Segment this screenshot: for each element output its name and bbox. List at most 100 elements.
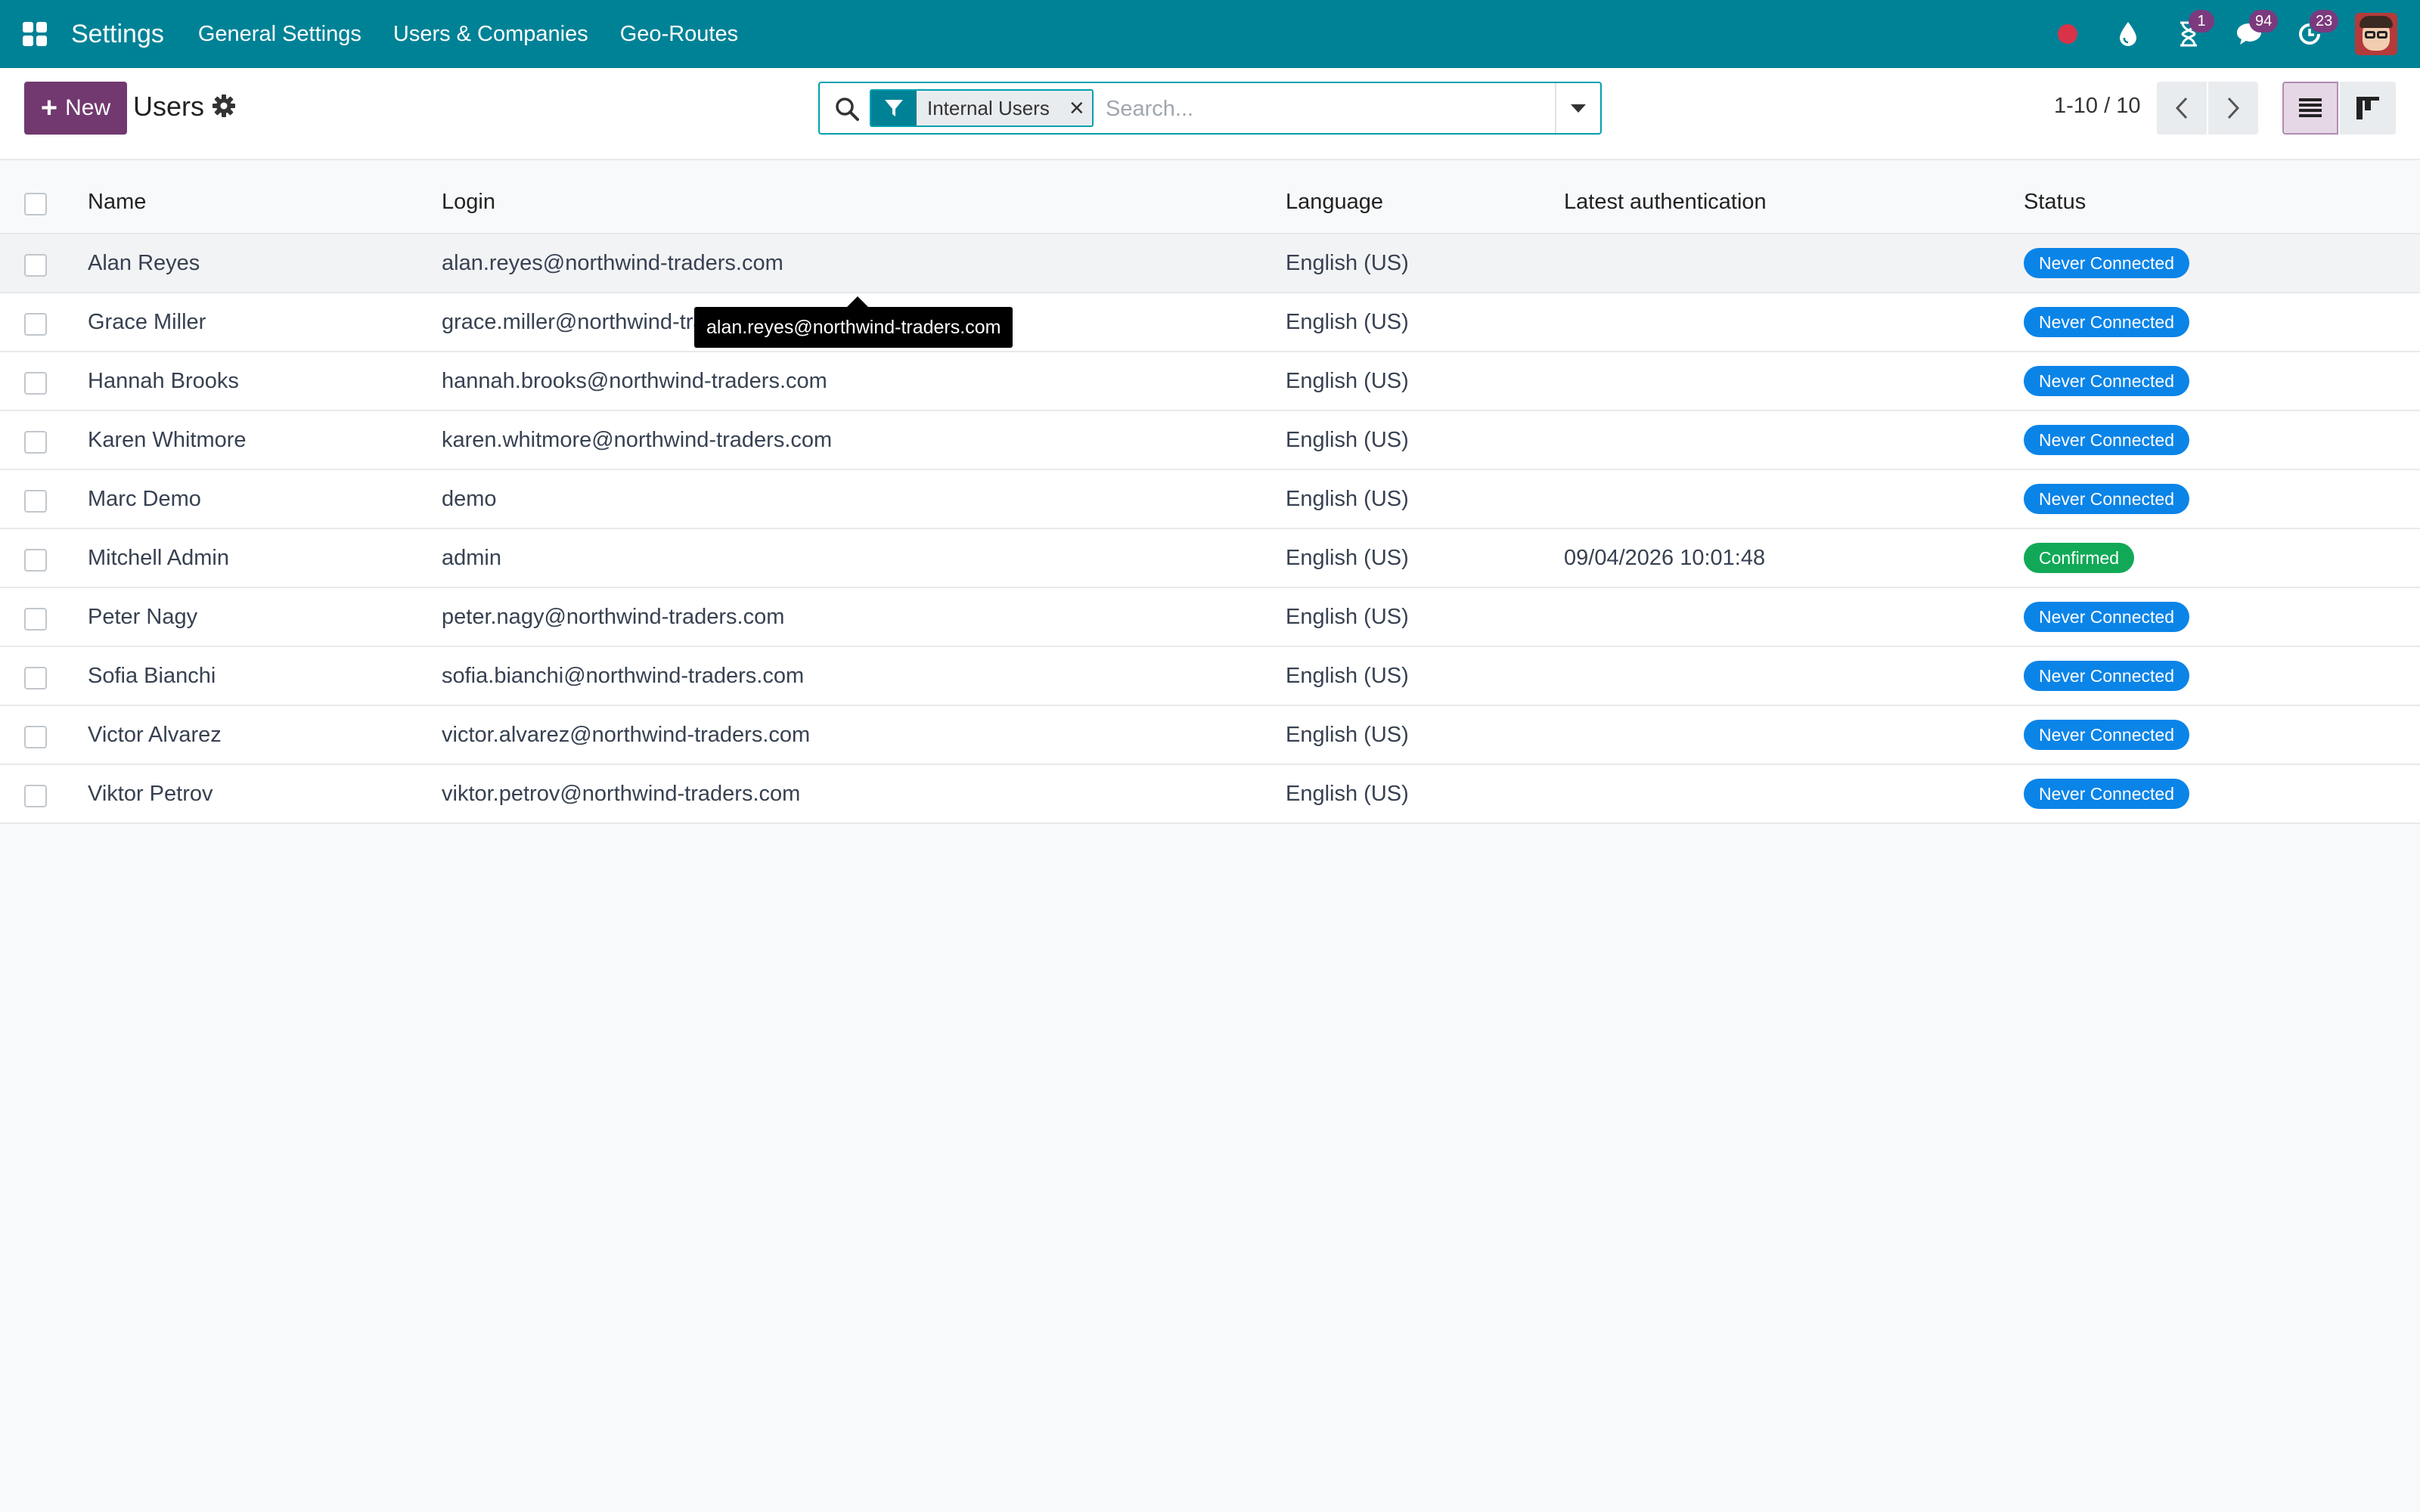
cell-language: English (US) — [1286, 368, 1409, 393]
cell-login: viktor.petrov@northwind-traders.com — [442, 781, 801, 806]
status-badge: Never Connected — [2024, 779, 2189, 809]
table-row[interactable]: Viktor Petrov viktor.petrov@northwind-tra… — [0, 765, 2420, 824]
gear-icon[interactable] — [212, 94, 236, 118]
cell-language: English (US) — [1286, 663, 1409, 688]
new-button[interactable]: + New — [24, 82, 127, 135]
cell-name: Mitchell Admin — [88, 545, 229, 570]
messages-badge: 94 — [2249, 10, 2279, 33]
status-badge: Never Connected — [2024, 661, 2189, 691]
top-navbar: Settings General Settings Users & Compan… — [0, 0, 2420, 68]
table-row[interactable]: Sofia Bianchi sofia.bianchi@northwind-tra… — [0, 647, 2420, 706]
app-name[interactable]: Settings — [71, 20, 164, 49]
menu-users-companies[interactable]: Users & Companies — [393, 22, 588, 47]
chevron-right-icon — [2227, 97, 2240, 119]
column-header-latest-authentication[interactable]: Latest authentication — [1564, 171, 1767, 233]
activity-clock-icon[interactable]: 1 — [2173, 10, 2214, 49]
column-header-login[interactable]: Login — [442, 171, 495, 233]
user-avatar[interactable] — [2355, 13, 2397, 55]
row-checkbox[interactable] — [24, 254, 47, 277]
search-box: Internal Users × — [818, 82, 1602, 135]
filter-facet-label: Internal Users — [917, 91, 1062, 125]
cell-language: English (US) — [1286, 545, 1409, 570]
droplet-icon[interactable] — [2113, 19, 2143, 49]
cell-language: English (US) — [1286, 309, 1409, 334]
cell-login: alan.reyes@northwind-traders.com — [442, 250, 783, 275]
cell-name: Sofia Bianchi — [88, 663, 216, 688]
updates-badge: 23 — [2310, 10, 2339, 33]
cell-language: English (US) — [1286, 486, 1409, 511]
status-badge: Never Connected — [2024, 602, 2189, 632]
table-row[interactable]: Mitchell Admin admin English (US) 09/04/202… — [0, 529, 2420, 588]
kanban-view-button[interactable] — [2340, 82, 2396, 135]
menu-general-settings[interactable]: General Settings — [198, 22, 361, 47]
cell-name: Victor Alvarez — [88, 722, 222, 747]
cell-login: sofia.bianchi@northwind-traders.com — [442, 663, 805, 688]
row-checkbox[interactable] — [24, 431, 47, 454]
status-badge: Never Connected — [2024, 720, 2189, 750]
table-row[interactable]: Victor Alvarez victor.alvarez@northwind-t… — [0, 706, 2420, 765]
cell-login: hannah.brooks@northwind-traders.com — [442, 368, 827, 393]
cell-login: admin — [442, 545, 501, 570]
app-menu-icon[interactable] — [23, 22, 47, 46]
pager-next-button[interactable] — [2208, 82, 2258, 135]
chevron-left-icon — [2175, 97, 2188, 119]
row-checkbox[interactable] — [24, 726, 47, 748]
table-row[interactable]: Alan Reyes alan.reyes@northwind-traders.c… — [0, 234, 2420, 293]
table-row[interactable]: Grace Miller grace.miller@northwind-trade… — [0, 293, 2420, 352]
cell-name: Karen Whitmore — [88, 427, 247, 452]
record-icon[interactable] — [2052, 19, 2083, 49]
column-header-language[interactable]: Language — [1286, 171, 1383, 233]
filter-facet: Internal Users × — [870, 89, 1094, 127]
status-badge: Never Connected — [2024, 425, 2189, 455]
row-checkbox[interactable] — [24, 313, 47, 336]
cell-language: English (US) — [1286, 427, 1409, 452]
table-row[interactable]: Peter Nagy peter.nagy@northwind-traders.c… — [0, 588, 2420, 647]
pager-previous-button[interactable] — [2157, 82, 2207, 135]
search-options-toggle[interactable] — [1555, 83, 1600, 133]
select-all-checkbox[interactable] — [24, 193, 47, 215]
row-checkbox[interactable] — [24, 608, 47, 631]
table-row[interactable]: Karen Whitmore karen.whitmore@northwind-t… — [0, 411, 2420, 470]
list-view-button[interactable] — [2282, 82, 2338, 135]
cell-name: Peter Nagy — [88, 604, 198, 629]
status-badge: Confirmed — [2024, 543, 2135, 573]
column-header-status[interactable]: Status — [2024, 171, 2086, 233]
status-badge: Never Connected — [2024, 366, 2189, 396]
control-panel: + New Users Internal Users × 1-10 / 10 — [0, 68, 2420, 160]
users-table: Name Login Language Latest authenticatio… — [0, 171, 2420, 824]
row-checkbox[interactable] — [24, 785, 47, 807]
menu-geo-routes[interactable]: Geo-Routes — [620, 22, 738, 47]
caret-down-icon — [1571, 104, 1586, 113]
column-header-name[interactable]: Name — [88, 171, 146, 233]
remove-facet-icon[interactable]: × — [1061, 91, 1092, 125]
table-row[interactable]: Hannah Brooks hannah.brooks@northwind-tra… — [0, 352, 2420, 411]
cell-login: victor.alvarez@northwind-traders.com — [442, 722, 811, 747]
messages-icon[interactable]: 94 — [2234, 10, 2279, 49]
cell-login: peter.nagy@northwind-traders.com — [442, 604, 785, 629]
filter-icon — [871, 91, 917, 125]
cell-language: English (US) — [1286, 250, 1409, 275]
row-checkbox[interactable] — [24, 490, 47, 513]
cell-name: Viktor Petrov — [88, 781, 213, 806]
cell-language: English (US) — [1286, 781, 1409, 806]
cell-login: demo — [442, 486, 497, 511]
cell-name: Grace Miller — [88, 309, 206, 334]
row-checkbox[interactable] — [24, 372, 47, 395]
cell-name: Alan Reyes — [88, 250, 200, 275]
login-tooltip: alan.reyes@northwind-traders.com — [694, 296, 1013, 348]
status-badge: Never Connected — [2024, 484, 2189, 514]
list-icon — [2299, 98, 2322, 117]
updates-icon[interactable]: 23 — [2294, 10, 2339, 49]
table-row[interactable]: Marc Demo demo English (US) Never Connected — [0, 470, 2420, 529]
cell-name: Hannah Brooks — [88, 368, 239, 393]
plus-icon: + — [40, 92, 58, 124]
search-input[interactable] — [1106, 91, 1544, 127]
pager-value[interactable]: 1-10 / 10 — [2054, 94, 2140, 119]
cell-name: Marc Demo — [88, 486, 201, 511]
row-checkbox[interactable] — [24, 549, 47, 572]
search-icon — [836, 98, 859, 121]
kanban-icon — [2356, 97, 2379, 119]
activities-badge: 1 — [2189, 10, 2214, 33]
new-button-label: New — [65, 95, 111, 120]
row-checkbox[interactable] — [24, 667, 47, 689]
